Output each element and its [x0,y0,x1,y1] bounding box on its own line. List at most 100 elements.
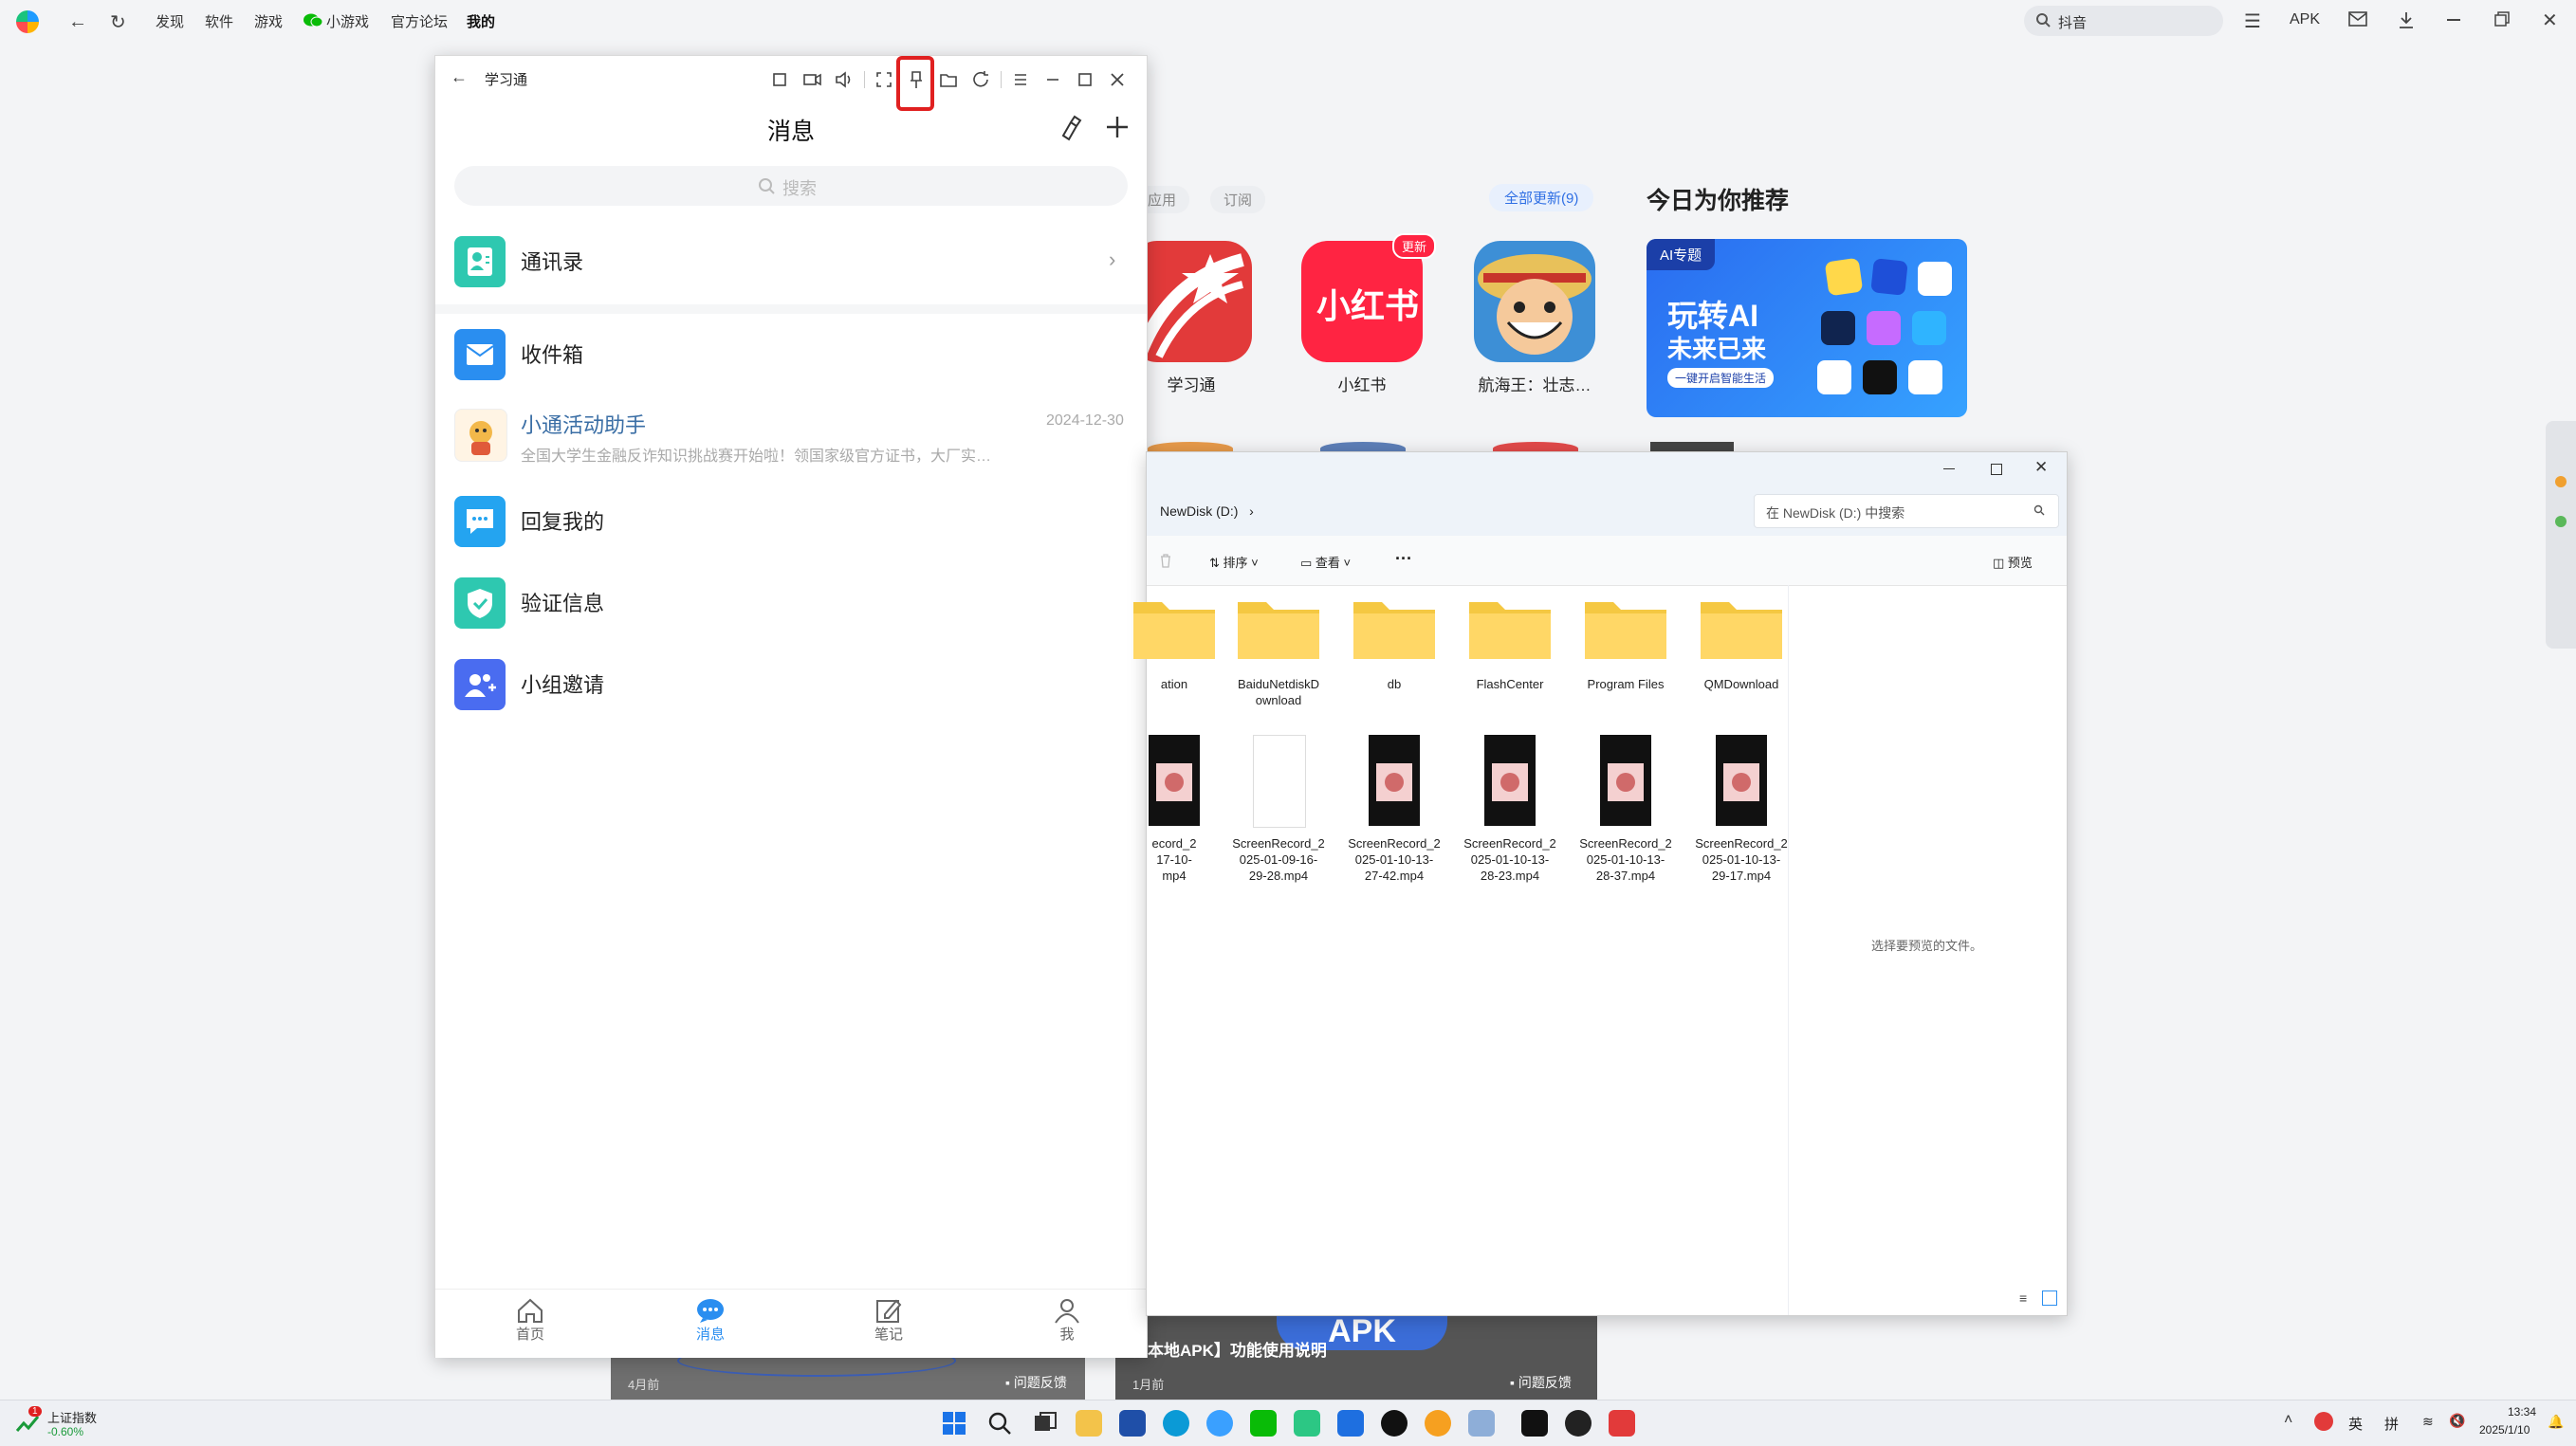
minimize-icon[interactable] [1943,468,1955,469]
search-input[interactable]: 抖音 [2058,12,2087,32]
douyin-icon[interactable] [1521,1410,1548,1437]
task-view-icon[interactable] [1032,1410,1058,1437]
nav-games[interactable]: 游戏 [254,11,283,31]
crop-icon[interactable] [769,69,790,90]
app-icon-xiaohongshu[interactable]: 小红书 [1301,241,1423,362]
nav-home[interactable]: 首页 [492,1297,568,1344]
nav-mine[interactable]: 我的 [467,11,495,31]
xuexitong-icon[interactable] [1609,1410,1635,1437]
breadcrumb[interactable]: NewDisk (D:) › [1160,503,1254,519]
back-icon[interactable]: ← [451,67,468,87]
file-item[interactable]: ScreenRecord_2 025-01-09-16- 29-28.mp4 [1217,733,1340,885]
add-icon[interactable] [1103,113,1132,141]
card-feedback[interactable]: ▪ 问题反馈 [1005,1373,1067,1392]
file-item[interactable]: ScreenRecord_2 025-01-10-13- 27-42.mp4 [1333,733,1456,885]
view-button[interactable]: ▭ 查看 ˅ [1300,553,1351,571]
list-item-inbox[interactable]: 收件箱 [454,323,1128,386]
stock-widget[interactable]: 1 上证指数 -0.60% [15,1406,129,1442]
folder-item[interactable]: FlashCenter [1448,595,1572,727]
update-all-button[interactable]: 全部更新(9) [1489,184,1594,211]
explorer-search-input[interactable]: 在 NewDisk (D:) 中搜索 [1754,494,2059,528]
folder-item[interactable]: Program Files [1564,595,1687,727]
file-item[interactable]: ScreenRecord_2 025-01-10-13- 28-23.mp4 [1448,733,1572,885]
folder-icon[interactable] [938,69,959,90]
close-icon[interactable]: ✕ [2542,9,2558,32]
more-button[interactable]: ··· [1395,549,1412,569]
app-store-icon[interactable] [1425,1410,1451,1437]
menu-icon[interactable] [1010,69,1031,90]
nav-me[interactable]: 我 [1029,1297,1105,1344]
file-item[interactable]: ScreenRecord_2 025-01-10-13- 28-37.mp4 [1564,733,1687,885]
folder-item[interactable]: db [1333,595,1456,727]
nav-messages[interactable]: 消息 [672,1297,748,1344]
refresh-icon[interactable]: ↻ [110,10,126,34]
app-icon[interactable] [1206,1410,1233,1437]
clean-icon[interactable] [1056,113,1084,141]
list-item-verify[interactable]: 验证信息 [454,572,1128,634]
nav-discover[interactable]: 发现 [156,11,184,31]
nav-notes[interactable]: 笔记 [851,1297,927,1344]
apk-button[interactable]: APK [2290,11,2320,28]
tiles-view-icon[interactable] [2042,1290,2057,1306]
photos-icon[interactable] [1468,1410,1495,1437]
card-feedback[interactable]: ▪ 问题反馈 [1510,1373,1572,1392]
wifi-icon[interactable]: ≋ [2422,1414,2434,1430]
file-explorer-icon[interactable] [1076,1410,1102,1437]
restore-icon[interactable] [2494,11,2510,27]
wechat-icon[interactable] [1250,1410,1277,1437]
delete-icon[interactable] [1158,553,1173,568]
maximize-icon[interactable] [1075,69,1095,90]
list-item-contacts[interactable]: 通讯录 › [454,230,1128,293]
volume-icon[interactable] [834,69,855,90]
qq-icon[interactable] [1381,1410,1408,1437]
side-float-bar[interactable] [2546,421,2576,649]
close-icon[interactable]: ✕ [2034,458,2048,477]
nav-mini-games[interactable]: 小游戏 [326,11,369,31]
clock-date[interactable]: 2025/1/10 [2479,1423,2530,1437]
nav-software[interactable]: 软件 [205,11,233,31]
tray-chevron-icon[interactable]: ˄ [2284,1412,2292,1429]
fullscreen-icon[interactable] [874,69,894,90]
app-icon-xuexitong[interactable] [1131,241,1252,362]
search-icon[interactable] [986,1410,1013,1437]
store-icon[interactable] [1119,1410,1146,1437]
app-icon-onepiece[interactable] [1474,241,1595,362]
search-input[interactable]: 搜索 [454,166,1128,206]
mail-icon[interactable] [2348,11,2367,27]
rotate-icon[interactable] [970,69,991,90]
ime-lang[interactable]: 英 [2348,1414,2363,1434]
list-item-reply[interactable]: 回复我的 [454,490,1128,553]
clock-time[interactable]: 13:34 [2508,1405,2536,1419]
sort-button[interactable]: ⇅ 排序 ˅ [1209,553,1259,571]
record-icon[interactable] [801,69,822,90]
media-player-icon[interactable] [1565,1410,1592,1437]
volume-muted-icon[interactable]: 🔇 [2449,1413,2465,1429]
list-item-assistant[interactable]: 小通活动助手 2024-12-30 全国大学生金融反诈知识挑战赛开始啦！领国家级… [454,403,1128,488]
ime-mode[interactable]: 拼 [2384,1414,2399,1434]
minimize-icon[interactable] [1042,69,1063,90]
maximize-icon[interactable] [1991,464,2002,475]
app-icon[interactable] [1294,1410,1320,1437]
file-item[interactable]: ScreenRecord_2 025-01-10-13- 29-17.mp4 [1680,733,1803,885]
menu-icon[interactable]: ☰ [2244,9,2261,33]
download-icon[interactable] [2398,10,2415,29]
info-card-apk[interactable]: APK 安装本地APK】功能使用说明 1月前 ▪ 问题反馈 [1115,1312,1597,1400]
tab-subscribe[interactable]: 订阅 [1210,186,1266,213]
windows-start-icon[interactable] [941,1410,967,1437]
folder-item[interactable]: BaiduNetdiskD ownload [1217,595,1340,727]
back-icon[interactable]: ← [68,11,87,33]
search-box[interactable]: 抖音 [2024,6,2223,36]
preview-toggle[interactable]: ◫ 预览 [1993,553,2033,571]
nav-forum[interactable]: 官方论坛 [391,11,448,31]
tray-app-icon[interactable] [2314,1412,2333,1431]
minimize-icon[interactable] [2447,19,2460,21]
folder-item[interactable]: QMDownload [1680,595,1803,727]
details-view-icon[interactable]: ≡ [2019,1290,2027,1306]
folder-name: db [1387,677,1402,691]
close-icon[interactable] [1107,69,1128,90]
edge-icon[interactable] [1163,1410,1189,1437]
app-icon[interactable] [1337,1410,1364,1437]
list-item-group-invite[interactable]: 小组邀请 [454,653,1128,716]
ai-banner[interactable]: AI专题 玩转AI 未来已来 一键开启智能生活 [1647,239,1967,417]
notification-bell-icon[interactable]: 🔔 [2548,1414,2564,1430]
